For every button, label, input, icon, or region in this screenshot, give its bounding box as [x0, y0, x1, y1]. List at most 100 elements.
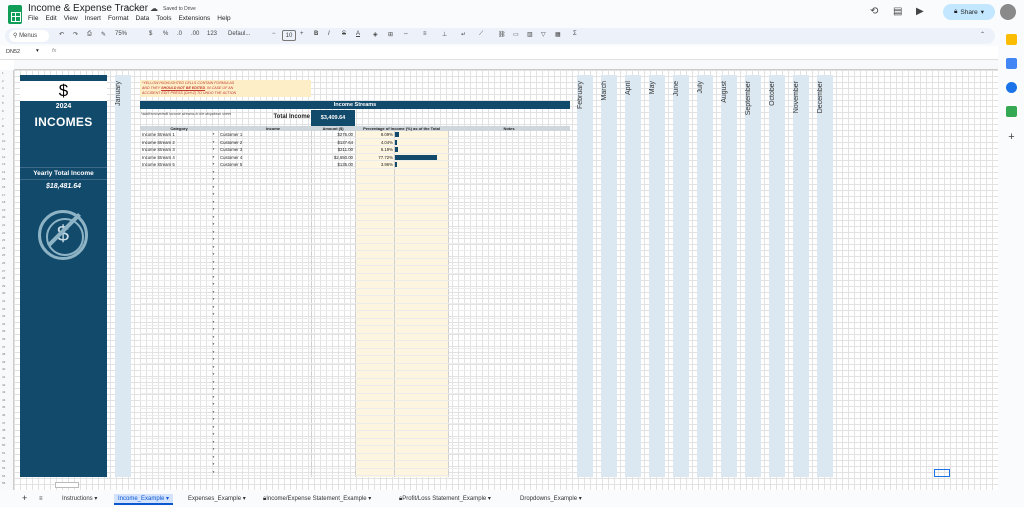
comment-icon[interactable]: ▤	[893, 6, 902, 17]
table-row[interactable]: ▼	[140, 416, 570, 424]
dropdown-arrow-icon[interactable]: ▼	[212, 207, 215, 211]
cell-percentage[interactable]: 8.09%	[355, 132, 393, 137]
row-number[interactable]: 7	[2, 117, 4, 121]
number-format-button[interactable]: 123	[207, 31, 217, 37]
dropdown-arrow-icon[interactable]: ▼	[212, 402, 215, 406]
row-number[interactable]: 51	[2, 451, 5, 455]
dropdown-arrow-icon[interactable]: ▼	[212, 455, 215, 459]
tab-profit-loss-statement[interactable]: 🔒︎Profit/Loss Statement_Example ▾	[395, 494, 495, 505]
selected-cell[interactable]	[934, 469, 950, 477]
row-number[interactable]: 8	[2, 124, 4, 128]
row-number[interactable]: 3	[2, 86, 4, 90]
table-row[interactable]: ▼	[140, 259, 570, 266]
row-number[interactable]: 36	[2, 337, 5, 341]
dropdown-arrow-icon[interactable]: ▼	[212, 440, 215, 444]
dropdown-arrow-icon[interactable]: ▼	[212, 372, 215, 376]
row-number[interactable]: 40	[2, 367, 5, 371]
table-row[interactable]: ▼	[140, 431, 570, 439]
month-column-june[interactable]: June	[673, 75, 689, 477]
cell-category[interactable]: Income Stream 1	[142, 132, 212, 137]
dropdown-arrow-icon[interactable]: ▼	[212, 395, 215, 399]
align-horizontal-icon[interactable]: ≡	[423, 31, 427, 37]
cell-category[interactable]: Income Stream 3	[142, 147, 212, 152]
add-sheet-icon[interactable]: +	[18, 494, 31, 505]
percent-button[interactable]: %	[163, 31, 168, 37]
table-row[interactable]: ▼	[140, 326, 570, 334]
row-number[interactable]: 15	[2, 177, 5, 181]
tab-income-expense-statement[interactable]: 🔒︎Income/Expense Statement_Example ▾	[259, 494, 375, 505]
table-row[interactable]: ▼	[140, 334, 570, 341]
italic-icon[interactable]: I	[328, 31, 330, 37]
font-size-increase-icon[interactable]: +	[300, 31, 304, 37]
share-button[interactable]: 🔒︎ Share ▾	[943, 4, 995, 20]
table-row[interactable]: ▼ Income Stream 5 Customer 5 $135.00 3.96%	[140, 161, 570, 169]
row-number[interactable]: 35	[2, 329, 5, 333]
dropdown-arrow-icon[interactable]: ▼	[212, 297, 215, 301]
tasks-icon[interactable]	[1006, 58, 1017, 69]
table-row[interactable]: ▼	[140, 349, 570, 356]
menu-file[interactable]: File	[28, 15, 38, 22]
strikethrough-icon[interactable]: S	[342, 31, 346, 37]
table-row[interactable]: ▼	[140, 364, 570, 371]
table-row[interactable]: ▼	[140, 191, 570, 199]
cell-amount[interactable]: $135.00	[311, 162, 353, 167]
row-number[interactable]: 17	[2, 193, 5, 197]
row-number[interactable]: 26	[2, 261, 5, 265]
dropdown-arrow-icon[interactable]: ▼	[212, 200, 215, 204]
table-row[interactable]: ▼	[140, 409, 570, 416]
menu-view[interactable]: View	[64, 15, 78, 22]
table-row[interactable]: ▼	[140, 266, 570, 274]
tab-expenses-example[interactable]: Expenses_Example ▾	[184, 494, 250, 505]
menu-extensions[interactable]: Extensions	[178, 15, 210, 22]
table-row[interactable]: ▼	[140, 439, 570, 446]
row-number[interactable]: 48	[2, 428, 5, 432]
dropdown-arrow-icon[interactable]: ▼	[212, 425, 215, 429]
decrease-decimal-button[interactable]: .0	[177, 31, 182, 37]
table-row[interactable]: ▼	[140, 281, 570, 289]
dropdown-arrow-icon[interactable]: ▼	[212, 192, 215, 196]
row-number[interactable]: 21	[2, 223, 5, 227]
month-column-may[interactable]: May	[649, 75, 665, 477]
text-wrap-icon[interactable]: ↵	[461, 31, 466, 38]
month-column-july[interactable]: July	[697, 75, 713, 477]
row-number[interactable]: 19	[2, 208, 5, 212]
paint-format-icon[interactable]: ✎	[101, 31, 106, 38]
dropdown-arrow-icon[interactable]: ▼	[212, 185, 215, 189]
month-column-november[interactable]: November	[793, 75, 809, 477]
dropdown-arrow-icon[interactable]: ▼	[212, 305, 215, 309]
table-row[interactable]: ▼	[140, 379, 570, 386]
row-number[interactable]: 44	[2, 398, 5, 402]
cell-income[interactable]: Customer 4	[220, 155, 310, 160]
cell-income[interactable]: Customer 2	[220, 140, 310, 145]
table-row[interactable]: ▼	[140, 401, 570, 409]
dropdown-arrow-icon[interactable]: ▼	[212, 132, 215, 136]
dropdown-arrow-icon[interactable]: ▼	[212, 462, 215, 466]
month-column-december[interactable]: December	[817, 75, 833, 477]
menu-edit[interactable]: Edit	[45, 15, 56, 22]
table-row[interactable]: ▼	[140, 461, 570, 469]
row-headers[interactable]: 1 2 3 4 5 6 7 8 9 10 11 12 13 14 15 16 17 18 19 20 21 22 23 24 2…	[0, 70, 14, 490]
dropdown-arrow-icon[interactable]: ▼	[212, 140, 215, 144]
tab-dropdowns-example[interactable]: Dropdowns_Example ▾	[516, 494, 586, 505]
table-row[interactable]: ▼	[140, 206, 570, 214]
fill-color-icon[interactable]: ◈	[373, 31, 378, 38]
cell-amount[interactable]: $137.64	[311, 140, 353, 145]
column-headers[interactable]	[14, 60, 998, 70]
currency-button[interactable]: $	[149, 31, 152, 37]
table-row[interactable]: ▼	[140, 199, 570, 206]
menu-data[interactable]: Data	[136, 15, 150, 22]
dropdown-arrow-icon[interactable]: ▼	[212, 147, 215, 151]
row-number[interactable]: 6	[2, 109, 4, 113]
row-number[interactable]: 37	[2, 345, 5, 349]
month-column-april[interactable]: April	[625, 75, 641, 477]
cell-income[interactable]: Customer 5	[220, 162, 310, 167]
row-number[interactable]: 2	[2, 79, 4, 83]
row-number[interactable]: 9	[2, 132, 4, 136]
row-number[interactable]: 27	[2, 269, 5, 273]
row-number[interactable]: 31	[2, 299, 5, 303]
row-number[interactable]: 23	[2, 238, 5, 242]
dropdown-arrow-icon[interactable]: ▼	[212, 177, 215, 181]
table-row[interactable]: ▼	[140, 386, 570, 394]
row-number[interactable]: 18	[2, 200, 5, 204]
move-folder-icon[interactable]: ▭	[137, 4, 145, 13]
